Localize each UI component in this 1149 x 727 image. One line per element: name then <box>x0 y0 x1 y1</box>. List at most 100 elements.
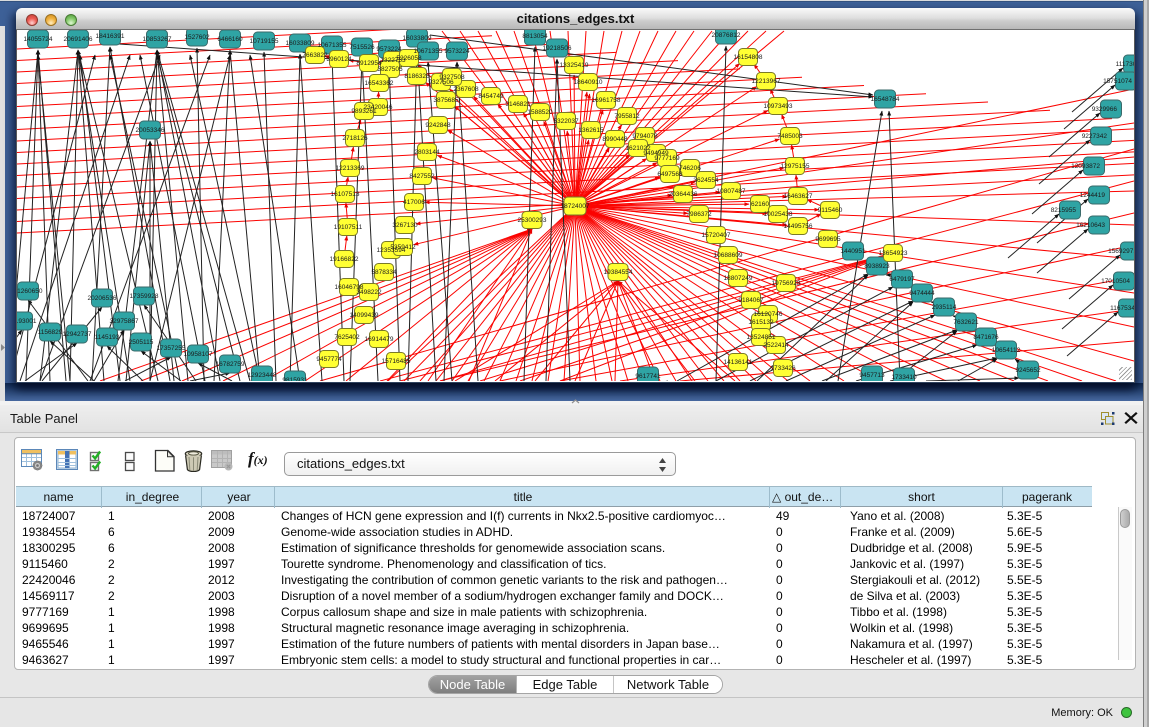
svg-text:10654112: 10654112 <box>992 347 1021 354</box>
svg-text:21260650: 21260650 <box>17 288 43 295</box>
svg-text:18724007: 18724007 <box>561 203 590 210</box>
svg-text:16463627: 16463627 <box>784 193 813 200</box>
svg-text:6479197: 6479197 <box>889 276 915 283</box>
svg-text:9245652: 9245652 <box>1015 367 1041 374</box>
svg-text:9699695: 9699695 <box>815 236 841 243</box>
svg-text:18640910: 18640910 <box>574 79 603 86</box>
svg-text:3624554: 3624554 <box>693 177 719 184</box>
svg-text:19384554: 19384554 <box>604 269 633 276</box>
svg-text:3827505: 3827505 <box>377 66 403 73</box>
svg-text:6497568: 6497568 <box>657 171 683 178</box>
svg-text:20053346: 20053346 <box>136 127 165 134</box>
svg-text:8938923: 8938923 <box>864 263 890 270</box>
svg-text:7632621: 7632621 <box>953 319 979 326</box>
svg-text:10719155: 10719155 <box>250 38 279 45</box>
svg-text:10853267: 10853267 <box>143 36 172 43</box>
svg-text:2718126: 2718126 <box>342 135 368 142</box>
svg-text:2505115: 2505115 <box>129 339 154 346</box>
svg-text:7485003: 7485003 <box>777 133 803 140</box>
svg-text:20691406: 20691406 <box>64 36 93 43</box>
svg-text:15692971: 15692971 <box>1108 248 1134 255</box>
svg-text:3960124: 3960124 <box>326 56 352 63</box>
svg-text:9777169: 9777169 <box>654 155 680 162</box>
svg-text:14136141: 14136141 <box>724 359 753 366</box>
svg-text:1733410: 1733410 <box>891 374 917 381</box>
svg-text:5359412: 5359412 <box>390 244 416 251</box>
svg-text:18807249: 18807249 <box>724 275 753 282</box>
svg-text:12923448: 12923448 <box>248 372 277 379</box>
svg-text:14055724: 14055724 <box>24 36 53 43</box>
svg-text:10807487: 10807487 <box>717 188 746 195</box>
svg-text:20206536: 20206536 <box>88 295 117 302</box>
svg-text:12093872: 12093872 <box>1071 163 1100 170</box>
svg-text:5226058: 5226058 <box>396 55 422 62</box>
svg-text:3267130: 3267130 <box>392 222 418 229</box>
svg-text:16033809: 16033809 <box>286 40 315 47</box>
svg-text:1117304: 1117304 <box>1116 61 1134 68</box>
svg-text:12213967: 12213967 <box>752 78 781 85</box>
svg-text:8471676: 8471676 <box>973 334 999 341</box>
svg-text:10973493: 10973493 <box>764 103 793 110</box>
svg-text:15751074: 15751074 <box>1103 78 1132 85</box>
svg-text:3875685: 3875685 <box>433 97 459 104</box>
svg-text:8454749: 8454749 <box>478 93 504 100</box>
svg-text:16782759: 16782759 <box>216 361 245 368</box>
svg-text:1167534: 1167534 <box>1110 305 1134 312</box>
svg-text:15716485: 15716485 <box>382 358 411 365</box>
svg-text:18416391: 18416391 <box>96 33 125 40</box>
svg-text:1527602: 1527602 <box>184 34 210 41</box>
svg-text:8215955: 8215955 <box>1051 207 1077 214</box>
svg-text:16033809: 16033809 <box>403 35 432 42</box>
svg-text:15720407: 15720407 <box>702 232 731 239</box>
svg-text:9146821: 9146821 <box>505 101 531 108</box>
svg-text:9617741: 9617741 <box>635 373 661 380</box>
svg-text:16914479: 16914479 <box>365 336 394 343</box>
svg-text:9573224: 9573224 <box>444 48 470 55</box>
svg-text:16120746: 16120746 <box>754 311 783 318</box>
svg-text:17359928: 17359928 <box>130 293 159 300</box>
svg-text:9184067: 9184067 <box>738 297 764 304</box>
svg-text:9794078: 9794078 <box>632 133 658 140</box>
svg-text:17010504: 17010504 <box>1101 278 1130 285</box>
svg-text:9474444: 9474444 <box>909 290 935 297</box>
svg-text:19107511: 19107511 <box>334 224 363 231</box>
svg-text:16543362: 16543362 <box>365 80 394 87</box>
svg-text:9573224: 9573224 <box>376 46 402 53</box>
svg-text:14099439: 14099439 <box>350 312 379 319</box>
svg-text:16961758: 16961758 <box>592 97 621 104</box>
svg-text:417006: 417006 <box>403 199 425 206</box>
svg-text:8813054: 8813054 <box>522 33 548 40</box>
svg-text:12942737: 12942737 <box>63 331 92 338</box>
svg-text:1588520: 1588520 <box>527 109 553 116</box>
svg-text:14495756: 14495756 <box>784 223 813 230</box>
svg-text:10671355: 10671355 <box>414 48 443 55</box>
svg-text:7663822: 7663822 <box>302 52 328 59</box>
svg-text:16548784: 16548784 <box>871 96 900 103</box>
svg-text:9115460: 9115460 <box>818 207 843 214</box>
svg-text:12213369: 12213369 <box>336 165 365 172</box>
svg-text:25300293: 25300293 <box>518 217 547 224</box>
svg-text:9457713: 9457713 <box>859 372 885 379</box>
svg-text:1156829: 1156829 <box>38 329 63 336</box>
svg-text:6466160: 6466160 <box>217 36 243 43</box>
svg-text:19166822: 19166822 <box>330 256 359 263</box>
svg-text:62160: 62160 <box>751 201 769 208</box>
svg-text:1440951: 1440951 <box>840 248 866 255</box>
svg-text:10671355: 10671355 <box>318 42 347 49</box>
svg-text:3498222: 3498222 <box>356 289 382 296</box>
svg-text:9242848: 9242848 <box>425 122 451 129</box>
svg-text:1362615: 1362615 <box>578 127 604 134</box>
svg-text:19756928: 19756928 <box>772 280 801 287</box>
svg-text:2522414: 2522414 <box>763 342 789 349</box>
svg-text:1244419: 1244419 <box>1080 192 1106 199</box>
svg-text:9457774: 9457774 <box>316 356 342 363</box>
svg-text:12975155: 12975155 <box>781 163 810 170</box>
svg-text:9815931: 9815931 <box>282 377 308 381</box>
svg-text:2935114: 2935114 <box>932 304 957 311</box>
svg-text:17357255: 17357255 <box>157 345 186 352</box>
svg-text:1145193: 1145193 <box>95 334 120 341</box>
svg-text:20876812: 20876812 <box>712 32 741 39</box>
svg-text:8186328: 8186328 <box>404 73 430 80</box>
svg-text:2367608: 2367608 <box>453 86 479 93</box>
svg-text:8427552: 8427552 <box>409 173 435 180</box>
